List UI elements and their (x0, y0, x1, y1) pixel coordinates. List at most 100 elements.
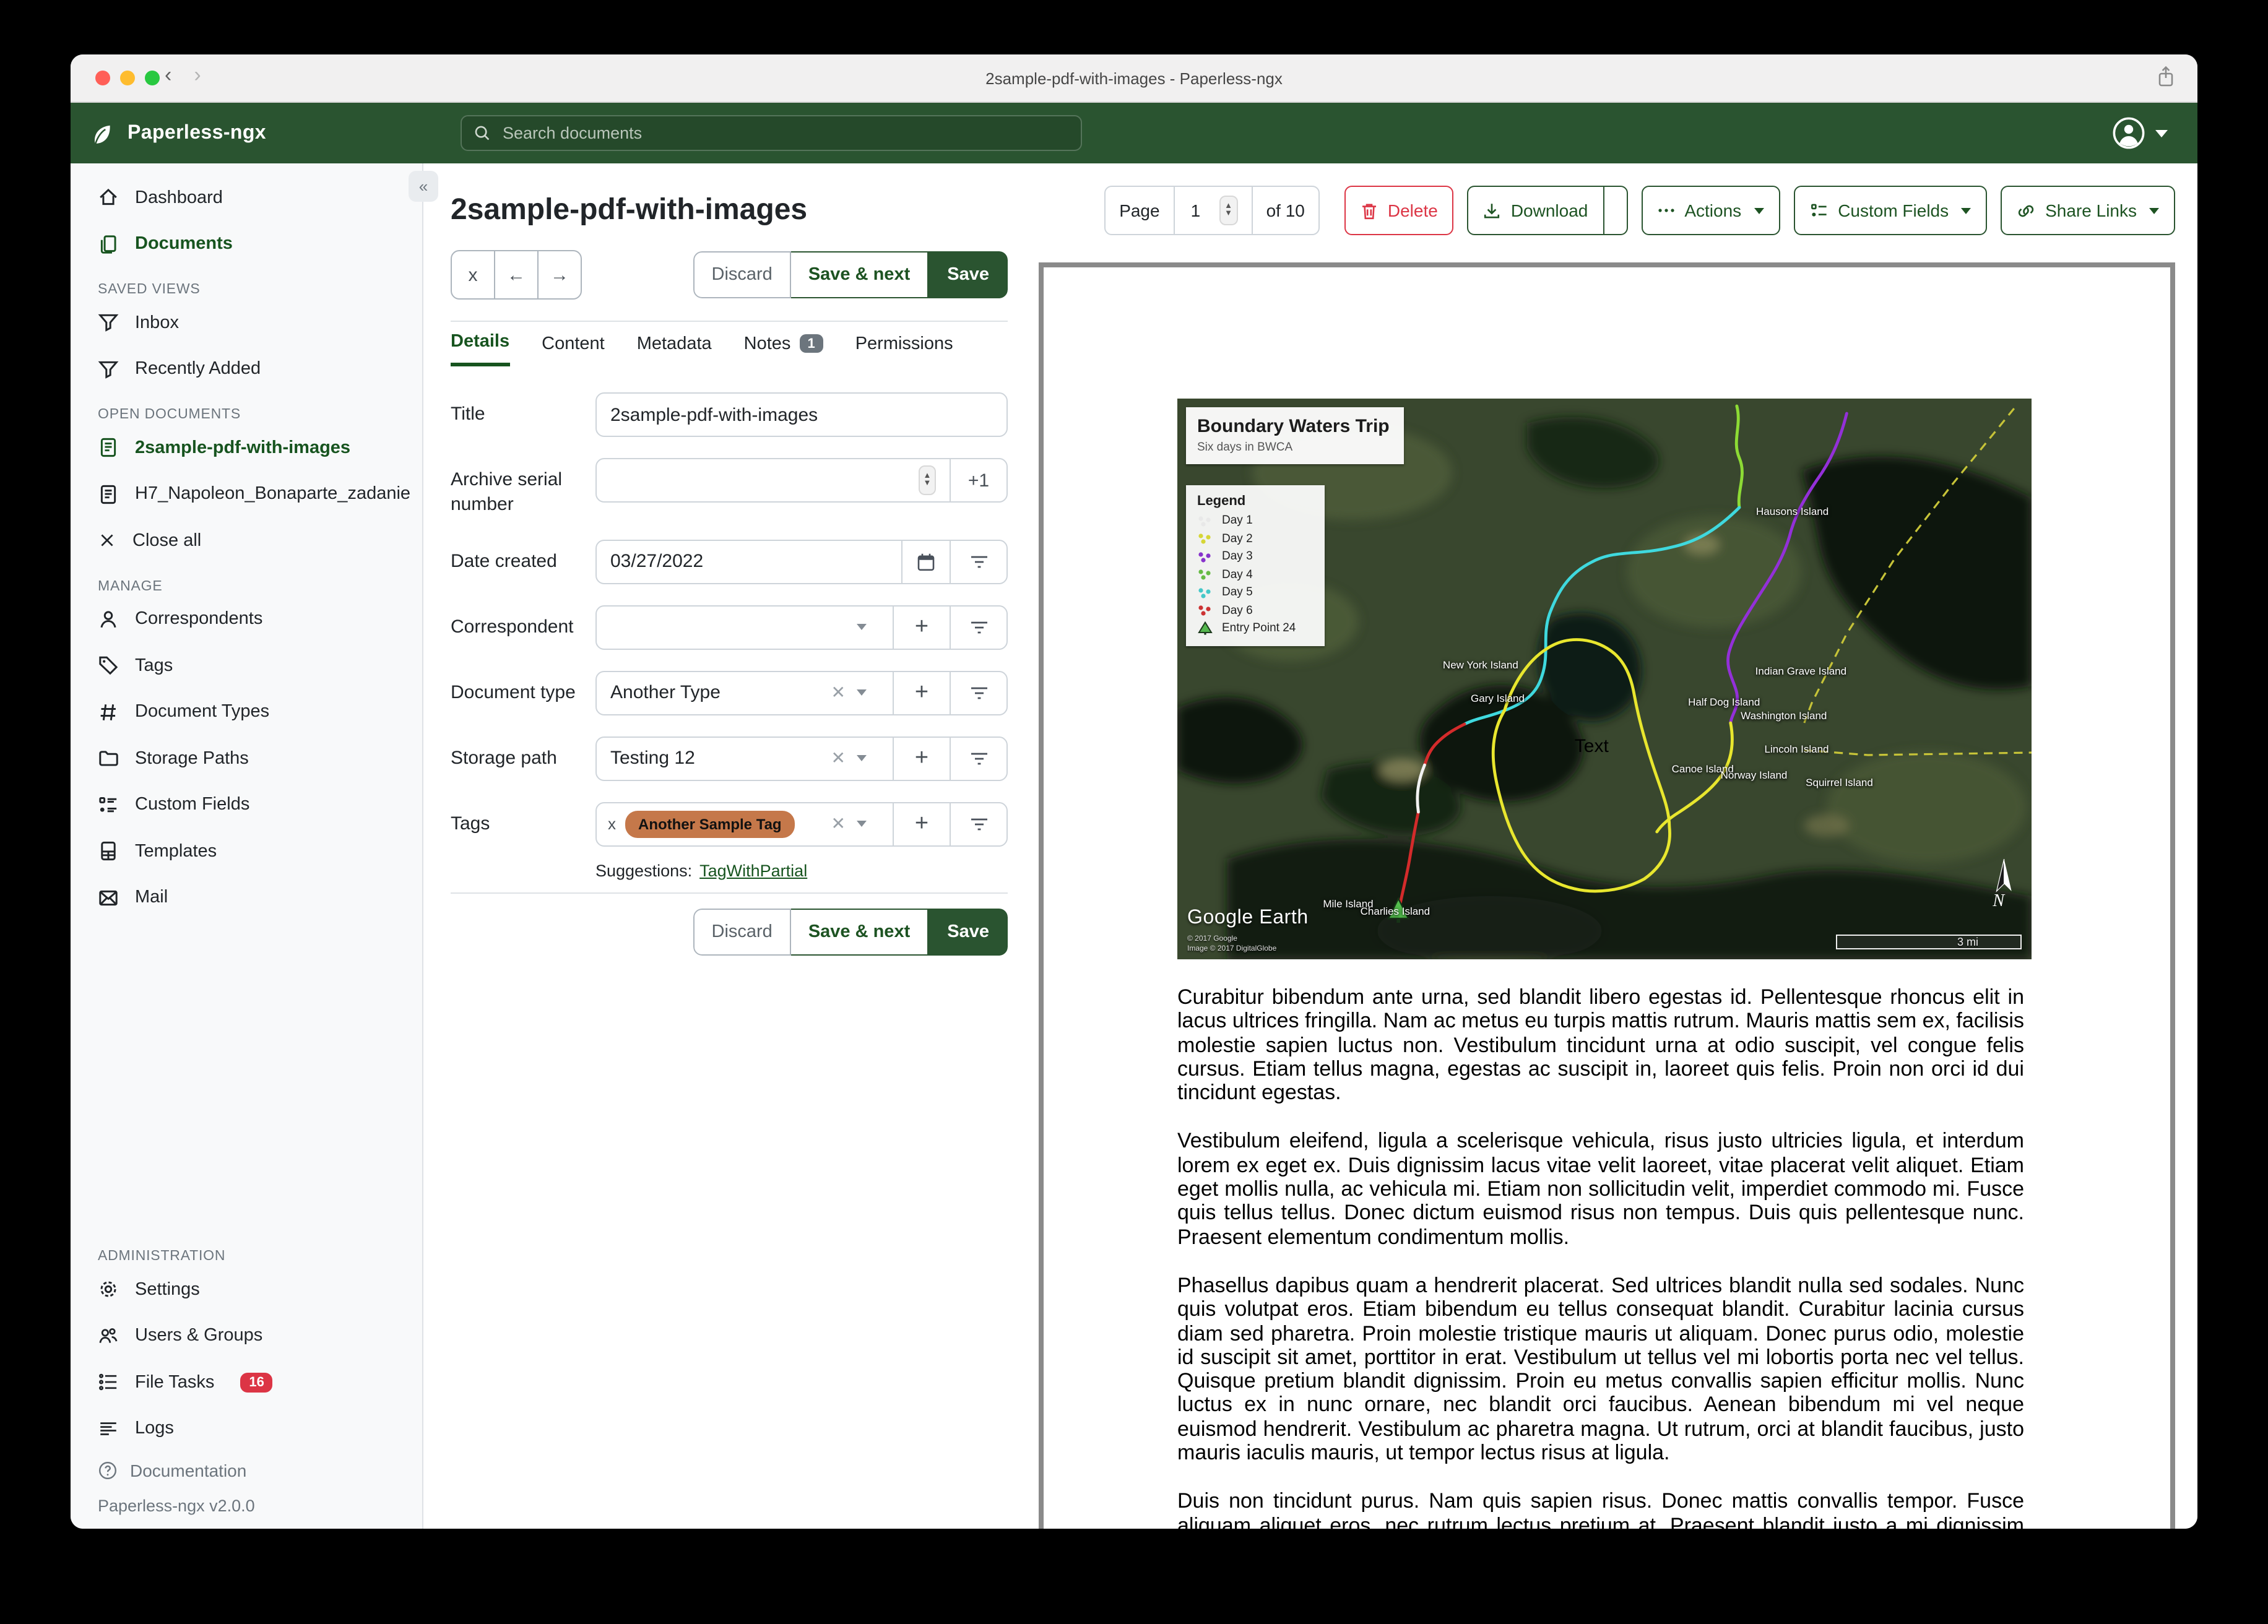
mail-icon (98, 888, 119, 909)
clear-icon[interactable]: ✕ (831, 748, 846, 769)
tab-content[interactable]: Content (542, 332, 605, 366)
asn-plus-one-button[interactable]: +1 (950, 459, 1006, 501)
page-stepper[interactable]: ▲ ▼ (1219, 196, 1238, 225)
correspondent-select[interactable] (597, 606, 893, 648)
add-storage-path-button[interactable]: + (893, 737, 950, 779)
sidebar-item-users-groups[interactable]: Users & Groups (71, 1313, 422, 1359)
calendar-icon (916, 551, 936, 571)
sidebar-item-documentation[interactable]: Documentation (71, 1452, 422, 1489)
sidebar-item-settings[interactable]: Settings (71, 1266, 422, 1313)
sidebar-item-tags[interactable]: Tags (71, 642, 422, 689)
folder-icon (98, 748, 119, 769)
sidebar-item-mail[interactable]: Mail (71, 875, 422, 921)
tab-permissions[interactable]: Permissions (855, 332, 953, 366)
save-button[interactable]: Save (928, 251, 1008, 298)
actions-button[interactable]: Actions (1641, 186, 1780, 235)
documentation-label: Documentation (130, 1461, 247, 1480)
sidebar-item-label: Dashboard (135, 188, 223, 208)
sidebar-item-templates[interactable]: Templates (71, 828, 422, 875)
save-next-button[interactable]: Save & next (790, 251, 929, 298)
sidebar-item-close-all[interactable]: Close all (71, 517, 422, 564)
tab-details[interactable]: Details (451, 332, 510, 366)
filter-icon (98, 359, 119, 380)
tags-filter-button[interactable] (950, 803, 1006, 845)
calendar-button[interactable] (901, 540, 950, 582)
sidebar-item-recently-added[interactable]: Recently Added (71, 346, 422, 392)
sidebar-open-doc-2[interactable]: H7_Napoleon_Bonaparte_zadanie (71, 471, 422, 517)
date-filter-button[interactable] (950, 540, 1006, 582)
suggestion-link[interactable]: TagWithPartial (699, 861, 807, 879)
island-label: Norway Island (1720, 768, 1788, 780)
section-open-documents: OPEN DOCUMENTS (98, 407, 241, 422)
storage-path-select[interactable]: Testing 12 ✕ (597, 737, 893, 779)
sidebar-item-label: File Tasks (135, 1372, 215, 1393)
documents-icon (98, 234, 119, 255)
island-label: Half Dog Island (1688, 695, 1760, 708)
brand[interactable]: Paperless-ngx (71, 121, 266, 147)
sidebar-item-document-types[interactable]: Document Types (71, 689, 422, 735)
download-button[interactable]: Download (1469, 187, 1603, 234)
asn-stepper[interactable]: ▲ ▼ (918, 465, 936, 495)
share-links-button[interactable]: Share Links (2001, 186, 2175, 235)
sidebar-item-logs[interactable]: Logs (71, 1406, 422, 1452)
legend-item-entry-point: Entry Point 24 (1197, 621, 1315, 635)
tab-bar: Details Content Metadata Notes 1 Permissi… (451, 332, 1008, 366)
sidebar-item-label: H7_Napoleon_Bonaparte_zadanie (135, 484, 411, 504)
document-type-filter-button[interactable] (950, 672, 1006, 714)
add-correspondent-button[interactable]: + (893, 606, 950, 648)
user-menu[interactable] (2112, 116, 2168, 150)
discard-button[interactable]: Discard (693, 908, 791, 955)
discard-button[interactable]: Discard (693, 251, 791, 298)
title-input[interactable] (610, 404, 993, 425)
map-text-annotation: Text (1574, 735, 1609, 757)
map-subtitle: Six days in BWCA (1197, 441, 1293, 454)
sidebar-item-correspondents[interactable]: Correspondents (71, 596, 422, 642)
next-doc-button[interactable]: → (537, 251, 581, 298)
add-document-type-button[interactable]: + (893, 672, 950, 714)
page-title: 2sample-pdf-with-images (451, 193, 808, 227)
date-created-input[interactable] (610, 551, 888, 572)
pdf-preview-pane[interactable]: Boundary Waters Trip Six days in BWCA Le… (1039, 262, 2175, 1529)
app-header: Paperless-ngx (71, 103, 2197, 165)
legend-item: Day 5 (1197, 585, 1315, 599)
tag-chip[interactable]: Another Sample Tag (625, 810, 795, 837)
download-dropdown-button[interactable] (1603, 187, 1626, 234)
delete-button[interactable]: Delete (1344, 186, 1454, 235)
save-next-button[interactable]: Save & next (790, 908, 929, 955)
sidebar-item-documents[interactable]: Documents (71, 221, 422, 267)
tab-notes[interactable]: Notes 1 (744, 332, 823, 366)
document-type-select[interactable]: Another Type ✕ (597, 672, 893, 714)
sidebar-open-doc-current[interactable]: 2sample-pdf-with-images (71, 425, 422, 471)
remove-tag-icon[interactable]: x (608, 814, 616, 833)
notes-count-badge: 1 (799, 334, 823, 353)
custom-fields-button[interactable]: Custom Fields (1793, 186, 1988, 235)
legend-item: Day 4 (1197, 568, 1315, 581)
sidebar-item-inbox[interactable]: Inbox (71, 300, 422, 346)
clear-icon[interactable]: ✕ (831, 682, 846, 703)
filter-lines-icon (969, 620, 989, 634)
sidebar-collapse-button[interactable]: « (409, 171, 438, 202)
close-doc-button[interactable]: x (452, 251, 494, 298)
paragraph: Phasellus dapibus quam a hendrerit place… (1177, 1273, 2024, 1465)
sidebar-item-storage-paths[interactable]: Storage Paths (71, 735, 422, 782)
sidebar-item-custom-fields[interactable]: Custom Fields (71, 782, 422, 828)
correspondent-filter-button[interactable] (950, 606, 1006, 648)
filter-lines-icon (969, 751, 989, 766)
sidebar-item-dashboard[interactable]: Dashboard (71, 175, 422, 221)
section-administration: ADMINISTRATION (98, 1249, 226, 1264)
main-area: « 2sample-pdf-with-images Page ▲▼ of 10 (409, 163, 2197, 1529)
page-number-input[interactable] (1188, 199, 1213, 222)
previous-doc-button[interactable]: ← (494, 251, 537, 298)
save-button[interactable]: Save (928, 908, 1008, 955)
sidebar-item-file-tasks[interactable]: File Tasks 16 (71, 1359, 422, 1406)
chevron-down-icon (857, 821, 867, 827)
asn-input[interactable] (610, 470, 912, 491)
search-input[interactable] (500, 123, 1068, 144)
storage-path-filter-button[interactable] (950, 737, 1006, 779)
clear-icon[interactable]: ✕ (831, 813, 846, 834)
add-tag-button[interactable]: + (893, 803, 950, 845)
tab-metadata[interactable]: Metadata (637, 332, 712, 366)
tags-select[interactable]: x Another Sample Tag ✕ (597, 803, 893, 845)
search-bar[interactable] (461, 115, 1082, 151)
share-icon[interactable] (2157, 66, 2175, 94)
